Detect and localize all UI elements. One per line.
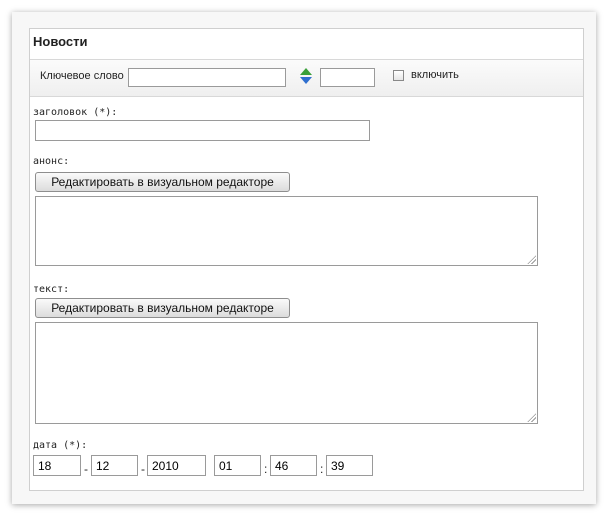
heading-label: заголовок (*): [33, 107, 118, 118]
date-separator: - [141, 462, 145, 476]
time-separator: : [320, 462, 324, 476]
day-input[interactable] [33, 455, 81, 476]
keyword-label: Ключевое слово [40, 70, 124, 82]
resize-grip-icon[interactable] [527, 413, 536, 422]
announce-label: анонс: [33, 156, 70, 167]
time-separator: : [264, 462, 268, 476]
enable-checkbox[interactable] [393, 70, 404, 81]
keyword-input[interactable] [128, 68, 286, 87]
text-visual-editor-button[interactable]: Редактировать в визуальном редакторе [35, 298, 290, 318]
second-input[interactable] [326, 455, 373, 476]
minute-input[interactable] [270, 455, 317, 476]
year-input[interactable] [147, 455, 206, 476]
date-separator: - [84, 462, 88, 476]
enable-checkbox-label: включить [411, 69, 459, 81]
date-label: дата (*): [33, 440, 88, 451]
hour-input[interactable] [214, 455, 261, 476]
month-input[interactable] [91, 455, 138, 476]
heading-input[interactable] [35, 120, 370, 141]
sort-arrows-icon[interactable] [299, 67, 313, 85]
text-label: текст: [33, 284, 70, 295]
announce-textarea[interactable] [35, 196, 538, 266]
text-textarea[interactable] [35, 322, 538, 424]
resize-grip-icon[interactable] [527, 255, 536, 264]
panel-title: Новости [33, 34, 88, 49]
keyword-number-input[interactable] [320, 68, 375, 87]
announce-visual-editor-button[interactable]: Редактировать в визуальном редакторе [35, 172, 290, 192]
